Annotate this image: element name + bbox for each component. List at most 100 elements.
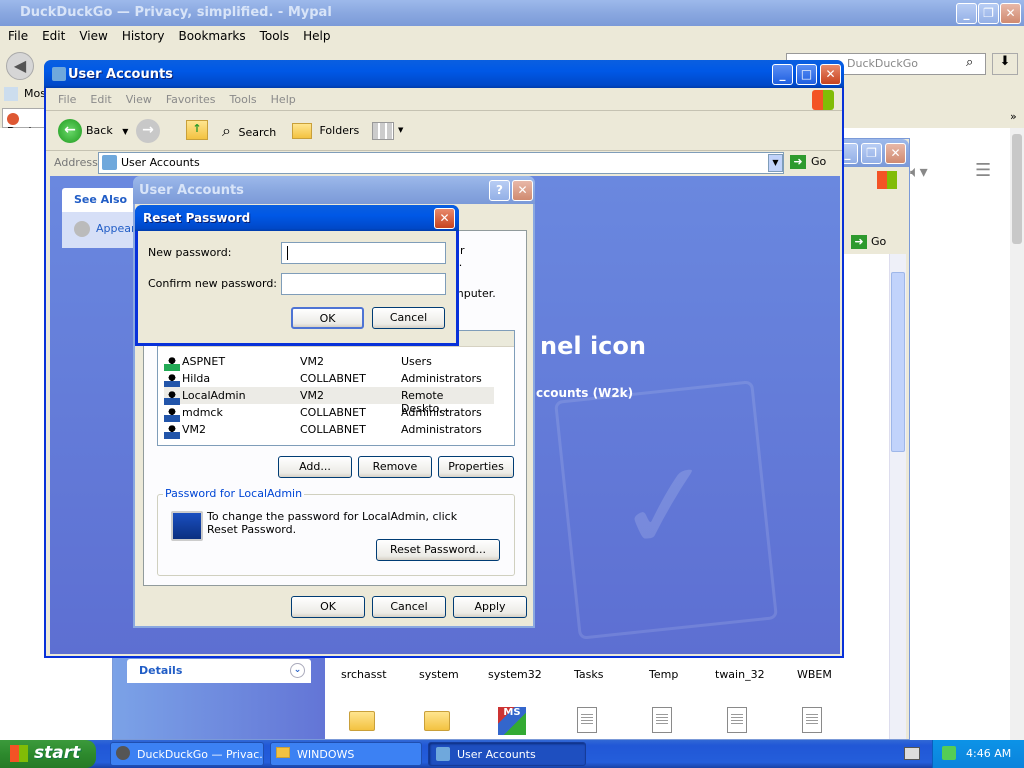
dialog-titlebar[interactable]: User Accounts [133,176,535,204]
close-icon[interactable]: ✕ [1000,3,1021,24]
file-item-srchasst[interactable]: srchasst [341,668,387,681]
minimize-icon[interactable]: _ [956,3,977,24]
taskbar-item-user-accounts[interactable]: User Accounts [428,742,586,766]
network-icon[interactable] [942,746,956,760]
menu-tools[interactable]: Tools [230,93,257,106]
folder-icon[interactable] [349,711,375,731]
tab-list-icon[interactable]: » [1010,110,1017,123]
file-item-tasks[interactable]: Tasks [574,668,603,681]
views-icon[interactable] [372,122,394,140]
checkmark-watermark-icon: ✓ [554,380,778,640]
menu-file[interactable]: File [8,29,28,43]
user-accounts-titlebar[interactable]: User Accounts [44,60,844,88]
close-icon[interactable]: ✕ [885,143,906,164]
views-dropdown-icon[interactable]: ▼ [398,126,403,134]
maximize-icon[interactable]: ❐ [978,3,999,24]
taskbar-item-firefox[interactable]: DuckDuckGo — Privac... [110,742,264,766]
address-label: Address [54,156,98,169]
menu-edit[interactable]: Edit [42,29,65,43]
clock[interactable]: 4:46 AM [966,747,1011,760]
new-password-field[interactable] [281,242,446,264]
file-item-wbem[interactable]: WBEM [797,668,832,681]
keyboard-icon[interactable] [904,747,920,760]
remove-button[interactable]: Remove [358,456,432,478]
reset-password-titlebar[interactable]: Reset Password [135,205,459,231]
menu-tools[interactable]: Tools [260,29,290,43]
address-dropdown-icon[interactable]: ▼ [768,154,783,172]
download-icon[interactable]: ⬇ [992,53,1018,75]
uaw-menubar: File Edit View Favorites Tools Help [58,93,310,106]
explorer-go-button[interactable]: ➜ Go [851,235,886,249]
password-description: To change the password for LocalAdmin, c… [207,510,458,536]
dropdown-arrow-icon[interactable]: ▼ [122,127,128,136]
maximize-icon[interactable]: □ [796,64,817,85]
address-bar[interactable]: User Accounts [98,152,784,174]
ms-app-icon[interactable]: MS [498,707,526,735]
back-button[interactable]: ← Back ▼ [58,118,128,144]
explorer-scrollbar[interactable] [889,254,906,739]
document-icon[interactable] [652,707,672,733]
ok-button[interactable]: OK [291,307,364,329]
search-button[interactable]: ⌕ Search [222,120,276,144]
menu-help[interactable]: Help [271,93,296,106]
maximize-icon[interactable]: ❐ [861,143,882,164]
tab-duckduckgo[interactable]: Duck [2,108,46,138]
folders-button[interactable]: Folders [292,120,359,144]
hamburger-menu-icon[interactable]: ☰ [975,160,991,181]
firefox-scrollbar[interactable] [1010,128,1024,740]
users-list[interactable]: ASPNET VM2 Users Hilda COLLABNET Administrat… [157,330,515,446]
add-button[interactable]: Add... [278,456,352,478]
file-item-system32[interactable]: system32 [488,668,542,681]
menu-bookmarks[interactable]: Bookmarks [179,29,246,43]
firefox-titlebar[interactable]: DuckDuckGo — Privacy, simplified. - Mypa… [0,0,1024,26]
list-item-selected[interactable]: LocalAdmin VM2 Remote Deskto... [164,387,494,415]
list-item[interactable]: Hilda COLLABNET Administrators [164,370,494,388]
list-item[interactable]: mdmck COLLABNET Administrators [164,404,494,422]
go-button[interactable]: ➜ Go [790,155,826,169]
apply-button[interactable]: Apply [453,596,527,618]
reset-password-dialog: Reset Password ✕ New password: Confirm n… [135,205,459,346]
forward-arrow-icon[interactable]: → [136,119,160,143]
document-icon[interactable] [802,707,822,733]
details-panel-header[interactable]: Details ⌄ [127,659,311,683]
document-icon[interactable] [577,707,597,733]
go-arrow-icon: ➜ [851,235,867,249]
menu-favorites[interactable]: Favorites [166,93,216,106]
list-item[interactable]: ASPNET VM2 Users [164,353,494,371]
menu-view[interactable]: View [126,93,152,106]
menu-view[interactable]: View [79,29,107,43]
list-item[interactable]: VM2 COLLABNET Administrators [164,421,494,439]
user-group: Administrators [401,406,482,419]
cancel-button[interactable]: Cancel [372,307,445,329]
folder-icon[interactable] [424,711,450,731]
ok-button[interactable]: OK [291,596,365,618]
document-icon[interactable] [727,707,747,733]
back-arrow-icon[interactable]: ◀ [6,52,34,80]
properties-button[interactable]: Properties [438,456,514,478]
minimize-icon[interactable]: _ [772,64,793,85]
close-icon[interactable]: ✕ [434,208,455,229]
speaker-icon[interactable]: 🔈︎▾ [910,162,928,182]
menu-help[interactable]: Help [303,29,330,43]
file-item-system[interactable]: system [419,668,459,681]
magnifier-icon[interactable]: ⌕ [966,55,973,70]
taskbar-item-windows[interactable]: WINDOWS [270,742,422,766]
file-item-temp[interactable]: Temp [649,668,678,681]
reset-password-button[interactable]: Reset Password... [376,539,500,561]
menu-history[interactable]: History [122,29,165,43]
collapse-chevron-icon[interactable]: ⌄ [290,663,305,678]
close-icon[interactable]: ✕ [820,64,841,85]
file-item-twain32[interactable]: twain_32 [715,668,765,681]
go-arrow-icon: ➜ [790,155,806,169]
cancel-button[interactable]: Cancel [372,596,446,618]
menu-edit[interactable]: Edit [90,93,111,106]
scroll-thumb[interactable] [891,272,905,452]
user-domain: VM2 [300,389,325,402]
help-icon[interactable]: ? [489,180,510,201]
appearance-link[interactable]: Appear [74,221,136,237]
close-icon[interactable]: ✕ [512,180,533,201]
confirm-password-field[interactable] [281,273,446,295]
scroll-thumb[interactable] [1012,134,1022,244]
menu-file[interactable]: File [58,93,76,106]
up-folder-icon[interactable]: ↑ [186,120,208,140]
